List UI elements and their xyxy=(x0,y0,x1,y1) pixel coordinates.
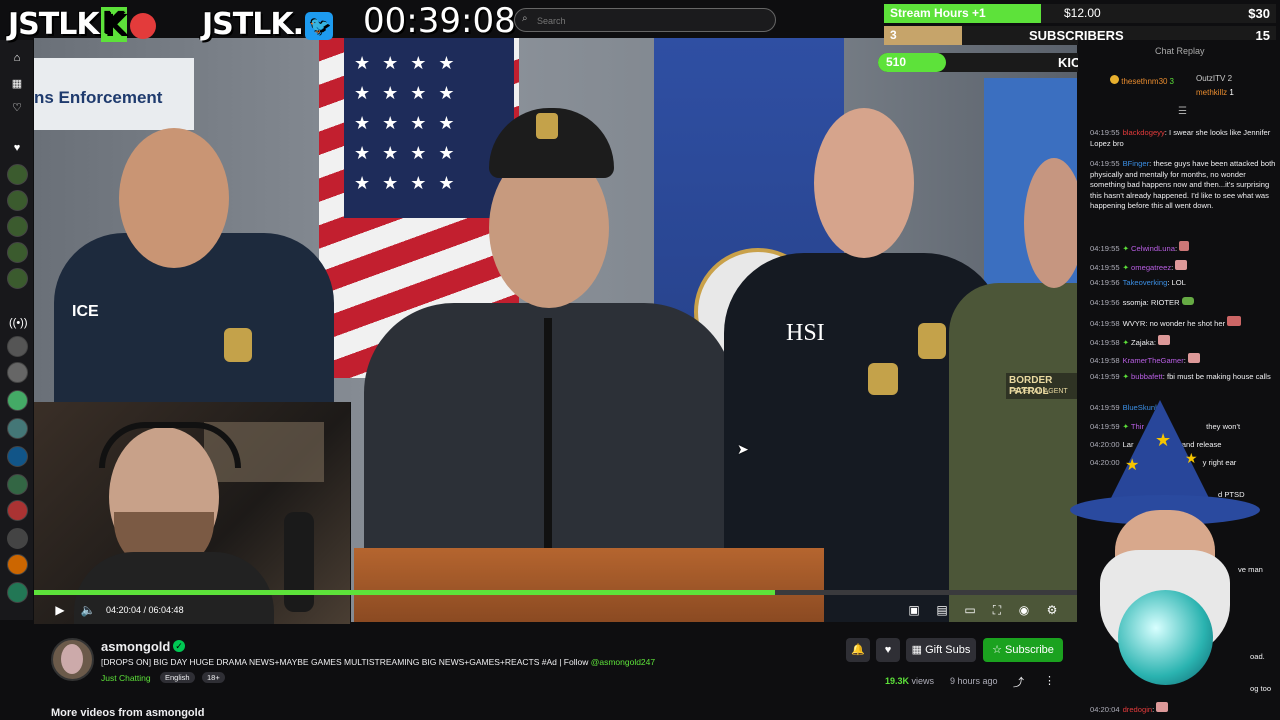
sidebar: ⌂ ▦ ♡ ♥ ((•)) xyxy=(0,40,33,620)
more-videos-heading: More videos from asmongold xyxy=(51,707,205,719)
emote-icon xyxy=(1156,702,1169,712)
person-border-patrol xyxy=(949,283,1077,622)
sidebar-avatar[interactable] xyxy=(7,418,28,439)
emote-icon xyxy=(1158,335,1171,345)
search-bar[interactable]: ⌕ xyxy=(514,8,776,33)
microphone xyxy=(544,318,552,548)
tag[interactable]: 18+ xyxy=(202,672,225,683)
emote-icon xyxy=(1181,297,1194,305)
clip-icon[interactable]: ▤ xyxy=(934,602,950,618)
following-icon[interactable]: ▦ xyxy=(9,76,25,92)
search-input[interactable] xyxy=(535,9,769,33)
top-gifter: methkillz 1 xyxy=(1196,88,1234,97)
gift-icon: ▦ xyxy=(911,644,926,656)
follow-button[interactable]: ♥ xyxy=(876,638,900,662)
channel-name[interactable]: asmongold xyxy=(101,639,170,654)
progress-bar[interactable] xyxy=(34,590,1077,595)
sidebar-avatar[interactable] xyxy=(7,446,28,467)
chat-message: 04:19:55 BFinger: these guys have been at… xyxy=(1090,159,1276,210)
sidebar-avatar[interactable] xyxy=(7,268,28,289)
emote-icon xyxy=(1188,353,1200,363)
sidebar-avatar[interactable] xyxy=(7,528,28,549)
sidebar-avatar[interactable] xyxy=(7,474,28,495)
emote-icon xyxy=(1175,260,1188,270)
theatre-icon[interactable]: ▭ xyxy=(962,602,978,618)
top-gifter: thesethnm30 3 xyxy=(1110,75,1174,86)
miniplayer-icon[interactable]: ▣ xyxy=(906,602,922,618)
chat-message: 04:19:55 ✦ CelwindLuna: xyxy=(1090,241,1276,255)
stream-title: [DROPS ON] BIG DAY HUGE DRAMA NEWS+MAYBE… xyxy=(101,657,656,667)
top-gifter: OutzITV 2 xyxy=(1196,74,1233,83)
sidebar-avatar[interactable] xyxy=(7,582,28,603)
heart-icon[interactable]: ♡ xyxy=(9,100,25,116)
channel-avatar[interactable] xyxy=(51,638,94,681)
record-icon xyxy=(129,12,156,39)
star-icon: ☆ xyxy=(992,644,1005,656)
subscribe-button[interactable]: ☆ Subscribe xyxy=(983,638,1063,662)
chat-message: 04:19:58 KramerTheGamer: xyxy=(1090,353,1276,367)
sidebar-avatar[interactable] xyxy=(7,216,28,237)
chat-message: 04:19:56 ssomja: RIOTER xyxy=(1090,297,1276,309)
chat-message: 04:19:56 Takeoverking: LOL xyxy=(1090,278,1186,287)
home-icon[interactable]: ⌂ xyxy=(9,50,25,66)
emote-icon xyxy=(1179,241,1190,251)
chat-message: 04:20:04 dredogin: xyxy=(1090,702,1276,716)
live-icon[interactable]: ((•)) xyxy=(9,315,28,331)
heart-filled-icon[interactable]: ♥ xyxy=(9,140,25,156)
sidebar-avatar[interactable] xyxy=(7,242,28,263)
hsi-label: HSI xyxy=(786,320,825,346)
emote-icon xyxy=(1227,316,1242,326)
heart-icon: ♥ xyxy=(884,644,892,656)
ice-label: ICE xyxy=(72,303,99,320)
microphone-icon xyxy=(284,512,314,612)
sidebar-avatar[interactable] xyxy=(7,390,28,411)
chat-message: 04:19:55 blackdogeyy: I swear she looks l… xyxy=(1090,128,1271,148)
logo-jstlk-kick: JSTLK K xyxy=(8,7,156,43)
notifications-button[interactable]: 🔔 xyxy=(846,638,870,662)
bell-icon: 🔔 xyxy=(851,644,865,656)
player-controls: ▶ 🔈 ▣ ▤ ▭ ⛶ ◉ ⚙ xyxy=(34,598,1077,624)
stream-timer: 00:39:08 xyxy=(363,1,516,41)
sidebar-avatar[interactable] xyxy=(7,164,28,185)
logo-jstlk-twitter: JSTLK. 🐦 xyxy=(202,7,333,43)
follow-link[interactable]: @asmongold247 xyxy=(591,657,655,667)
verified-icon: ✓ xyxy=(173,640,185,652)
time-display: 04:20:04 / 06:04:48 xyxy=(106,605,184,615)
twitter-icon: 🐦 xyxy=(305,11,333,40)
view-count: 19.3K views xyxy=(885,676,935,686)
fullscreen-icon[interactable]: ⛶ xyxy=(989,602,1005,618)
play-icon[interactable]: ▶ xyxy=(52,602,68,618)
sidebar-avatar[interactable] xyxy=(7,190,28,211)
stream-age: 9 hours ago xyxy=(950,676,998,686)
chat-message: 04:19:55 ✦ omegatreez: xyxy=(1090,260,1276,274)
chat-message: 04:19:59 ✦ bubbafett: fbi must be making … xyxy=(1090,372,1271,381)
chat-message: 04:19:58 WVYR: no wonder he shot her xyxy=(1090,316,1276,330)
cursor-icon: ➤ xyxy=(737,441,749,457)
filter-icon[interactable]: ☰ xyxy=(1178,106,1187,117)
more-options-icon[interactable]: ⋮ xyxy=(1044,674,1055,687)
sidebar-avatar[interactable] xyxy=(7,500,28,521)
category-link[interactable]: Just Chatting xyxy=(101,673,151,683)
patch: BORDER PATROL xyxy=(1006,373,1077,399)
chat-message: 04:19:58 ✦ Zajaka: xyxy=(1090,335,1276,349)
gold-badge-icon xyxy=(1110,75,1119,84)
sidebar-avatar[interactable] xyxy=(7,554,28,575)
crystal-ball xyxy=(1118,590,1213,685)
progress-fill xyxy=(34,590,775,595)
tag[interactable]: English xyxy=(160,672,195,683)
banner-text: ns Enforcement xyxy=(34,88,163,107)
goal-stream-hours: Stream Hours +1 $12.00 $30 xyxy=(884,4,1276,23)
chat-header: Chat Replay xyxy=(1155,46,1205,56)
sidebar-avatar[interactable] xyxy=(7,336,28,357)
volume-icon[interactable]: 🔈 xyxy=(80,602,96,618)
wizard-mascot: ★ ★ ★ xyxy=(1070,400,1260,700)
gift-subs-button[interactable]: ▦ Gift Subs xyxy=(906,638,976,662)
search-icon: ⌕ xyxy=(522,13,528,24)
settings-icon[interactable]: ⚙ xyxy=(1044,602,1060,618)
speed-icon[interactable]: ◉ xyxy=(1016,602,1032,618)
sidebar-avatar[interactable] xyxy=(7,362,28,383)
share-icon[interactable]: ⤴ xyxy=(1013,674,1024,690)
